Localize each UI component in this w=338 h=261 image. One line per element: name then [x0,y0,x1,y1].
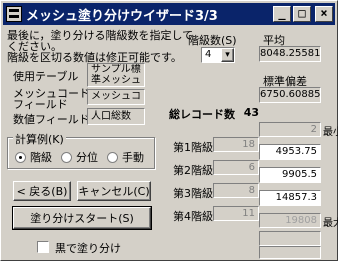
minimize-button[interactable]: _ [273,6,291,22]
radio-off-icon[interactable] [61,151,72,163]
table-label: 使用テーブル [13,70,79,83]
total-records-value: 43 [243,106,259,119]
numeric-field-value: 人口総数 [87,108,145,125]
level-4-count: 11 [213,206,259,221]
dropdown-arrow-icon[interactable]: ▾ [221,48,234,62]
table-value: サンプル標 準メッシュ [87,63,145,87]
max-value: 19808 [259,213,321,228]
window-title: メッシュ塗り分けウイザード3/3 [26,8,218,24]
class-count-select[interactable]: 4 ▾ [201,47,235,63]
calc-option-bunni[interactable]: 分位 [61,149,98,165]
average-value: 8048.25581 [259,46,321,62]
radio-on-icon[interactable] [15,151,26,163]
black-fill-label: 黒で塗り分け [55,242,121,255]
level-1-label: 第1階級 [173,141,213,154]
level-2-label: 第2階級 [173,164,213,177]
level-2-count: 6 [213,160,259,175]
min-value: 2 [259,122,321,137]
calc-option-kaikyu[interactable]: 階級 [15,149,52,165]
std-dev-value: 6750.60885 [259,87,321,103]
level-1-count: 18 [213,137,259,152]
level-2-upper-input[interactable]: 9905.5 [259,167,321,183]
back-button[interactable]: < 戻る(B) [13,181,71,201]
mesh-code-label-2: フィールド [13,98,68,111]
total-records-label: 総レコード数 [169,108,235,121]
start-fill-button[interactable]: 塗り分けスタート(S) [12,206,152,230]
min-label: 最小 [323,127,338,138]
black-fill-checkbox[interactable] [37,241,49,253]
max-label: 最大 [323,218,338,229]
level-3-upper-input[interactable]: 14857.3 [259,190,321,206]
radio-off-icon[interactable] [107,151,118,163]
level-3-label: 第3階級 [173,187,213,200]
level-3-count: 8 [213,183,259,198]
calc-method-label: 計算例(K) [13,131,66,147]
close-button[interactable]: × [315,6,333,22]
app-icon [6,6,22,22]
level-4-label: 第4階級 [173,210,213,223]
class-count-label: 階級数(S) [188,34,237,47]
level-1-upper-input[interactable]: 4953.75 [259,144,321,160]
calc-option-shudo[interactable]: 手動 [107,149,144,165]
blank-field-2 [259,246,321,259]
cancel-button[interactable]: キャンセル(C) [77,181,151,201]
blank-field-1 [259,231,321,246]
wizard-window: メッシュ塗り分けウイザード3/3 _ □ × 最後に，塗り分ける階級数を指定して… [0,0,338,261]
numeric-field-label: 数値フィールド [13,113,90,126]
title-bar[interactable]: メッシュ塗り分けウイザード3/3 _ □ × [3,3,335,25]
maximize-button[interactable]: □ [293,6,311,22]
mesh-code-value: メッシュコード [87,89,145,105]
